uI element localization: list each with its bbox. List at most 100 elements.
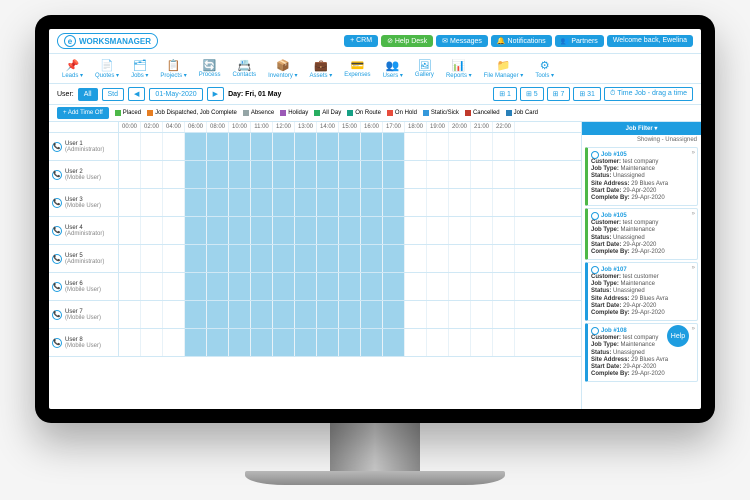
time-slot[interactable]: [251, 273, 273, 300]
time-slot[interactable]: [449, 189, 471, 216]
time-slot[interactable]: [427, 329, 449, 356]
time-slot[interactable]: [493, 273, 515, 300]
time-slot[interactable]: [471, 133, 493, 160]
time-slot[interactable]: [273, 245, 295, 272]
time-slot[interactable]: [361, 217, 383, 244]
expand-icon[interactable]: »: [692, 326, 695, 332]
time-slot[interactable]: [427, 245, 449, 272]
time-slot[interactable]: [383, 189, 405, 216]
time-slot[interactable]: [185, 273, 207, 300]
time-slot[interactable]: [251, 217, 273, 244]
time-slot[interactable]: [449, 217, 471, 244]
time-slot[interactable]: [163, 273, 185, 300]
time-slot[interactable]: [273, 161, 295, 188]
menu-item[interactable]: 📌Leads ▾: [57, 56, 88, 81]
time-slot[interactable]: [471, 189, 493, 216]
time-slot[interactable]: [141, 301, 163, 328]
time-slot[interactable]: [251, 301, 273, 328]
time-slot[interactable]: [405, 273, 427, 300]
menu-item[interactable]: 💳Expenses: [339, 56, 375, 81]
add-timeoff-button[interactable]: + Add Time Off: [57, 107, 109, 119]
time-slot[interactable]: [427, 161, 449, 188]
time-slot[interactable]: [119, 245, 141, 272]
time-slot[interactable]: [383, 161, 405, 188]
time-slot[interactable]: [427, 217, 449, 244]
time-slot[interactable]: [493, 161, 515, 188]
time-slot[interactable]: [339, 189, 361, 216]
time-slot[interactable]: [141, 217, 163, 244]
time-slot[interactable]: [493, 301, 515, 328]
menu-item[interactable]: 📦Inventory ▾: [263, 56, 302, 81]
time-slot[interactable]: [141, 189, 163, 216]
time-slot[interactable]: [229, 217, 251, 244]
time-slot[interactable]: [361, 189, 383, 216]
time-slot[interactable]: [229, 133, 251, 160]
time-slot[interactable]: [361, 301, 383, 328]
time-slot[interactable]: [405, 217, 427, 244]
expand-icon[interactable]: »: [692, 211, 695, 217]
date-next-button[interactable]: ▶: [207, 87, 224, 101]
time-slot[interactable]: [251, 189, 273, 216]
time-slot[interactable]: [141, 329, 163, 356]
time-slot[interactable]: [251, 133, 273, 160]
time-slot[interactable]: [207, 189, 229, 216]
time-slot[interactable]: [317, 161, 339, 188]
menu-item[interactable]: 🖼Gallery: [410, 56, 439, 81]
menu-item[interactable]: 🔄Process: [194, 56, 226, 81]
time-slot[interactable]: [229, 245, 251, 272]
time-slot[interactable]: [449, 273, 471, 300]
time-slot[interactable]: [471, 217, 493, 244]
expand-icon[interactable]: »: [692, 265, 695, 271]
menu-item[interactable]: 📁File Manager ▾: [479, 56, 529, 81]
time-slot[interactable]: [471, 273, 493, 300]
time-slot[interactable]: [317, 217, 339, 244]
time-slot[interactable]: [295, 161, 317, 188]
menu-item[interactable]: 📊Reports ▾: [441, 56, 477, 81]
time-slot[interactable]: [229, 329, 251, 356]
time-slot[interactable]: [251, 245, 273, 272]
user-label[interactable]: 📞User 6(Mobile User): [49, 273, 119, 300]
time-slot[interactable]: [427, 301, 449, 328]
time-slot[interactable]: [229, 161, 251, 188]
time-slot[interactable]: [361, 161, 383, 188]
time-slot[interactable]: [141, 273, 163, 300]
menu-item[interactable]: 🗂Jobs ▾: [126, 56, 153, 81]
time-slot[interactable]: [119, 217, 141, 244]
time-slot[interactable]: [251, 329, 273, 356]
time-slot[interactable]: [471, 161, 493, 188]
schedule-grid[interactable]: 00:0002:0004:0006:0008:0010:0011:0012:00…: [49, 122, 581, 409]
time-slot[interactable]: [185, 245, 207, 272]
view-span-button[interactable]: ⊞ 31: [573, 87, 601, 101]
time-slot[interactable]: [185, 329, 207, 356]
time-slot[interactable]: [163, 133, 185, 160]
time-slot[interactable]: [207, 217, 229, 244]
topbar-pill[interactable]: 🔔 Notifications: [491, 35, 552, 47]
time-slot[interactable]: [185, 217, 207, 244]
time-slot[interactable]: [207, 245, 229, 272]
time-slot[interactable]: [163, 301, 185, 328]
job-filter-header[interactable]: Job Filter ▾: [582, 122, 701, 135]
time-slot[interactable]: [317, 329, 339, 356]
time-slot[interactable]: [207, 133, 229, 160]
time-slot[interactable]: [295, 273, 317, 300]
time-slot[interactable]: [361, 133, 383, 160]
time-slot[interactable]: [163, 189, 185, 216]
time-slot[interactable]: [119, 133, 141, 160]
menu-item[interactable]: ⚙Tools ▾: [530, 56, 559, 81]
time-slot[interactable]: [207, 329, 229, 356]
user-label[interactable]: 📞User 5(Administrator): [49, 245, 119, 272]
time-slot[interactable]: [295, 217, 317, 244]
time-slot[interactable]: [317, 245, 339, 272]
time-slot[interactable]: [163, 161, 185, 188]
time-slot[interactable]: [471, 329, 493, 356]
time-slot[interactable]: [383, 133, 405, 160]
time-slot[interactable]: [229, 189, 251, 216]
time-slot[interactable]: [427, 189, 449, 216]
time-job-button[interactable]: ⏱ Time Job - drag a time: [604, 87, 693, 101]
time-slot[interactable]: [141, 245, 163, 272]
topbar-pill[interactable]: 👥 Partners: [555, 35, 604, 47]
job-card[interactable]: »Job #105Customer: test companyJob Type:…: [585, 147, 698, 206]
time-slot[interactable]: [493, 245, 515, 272]
time-slot[interactable]: [163, 217, 185, 244]
topbar-pill[interactable]: ✉ Messages: [436, 35, 488, 47]
